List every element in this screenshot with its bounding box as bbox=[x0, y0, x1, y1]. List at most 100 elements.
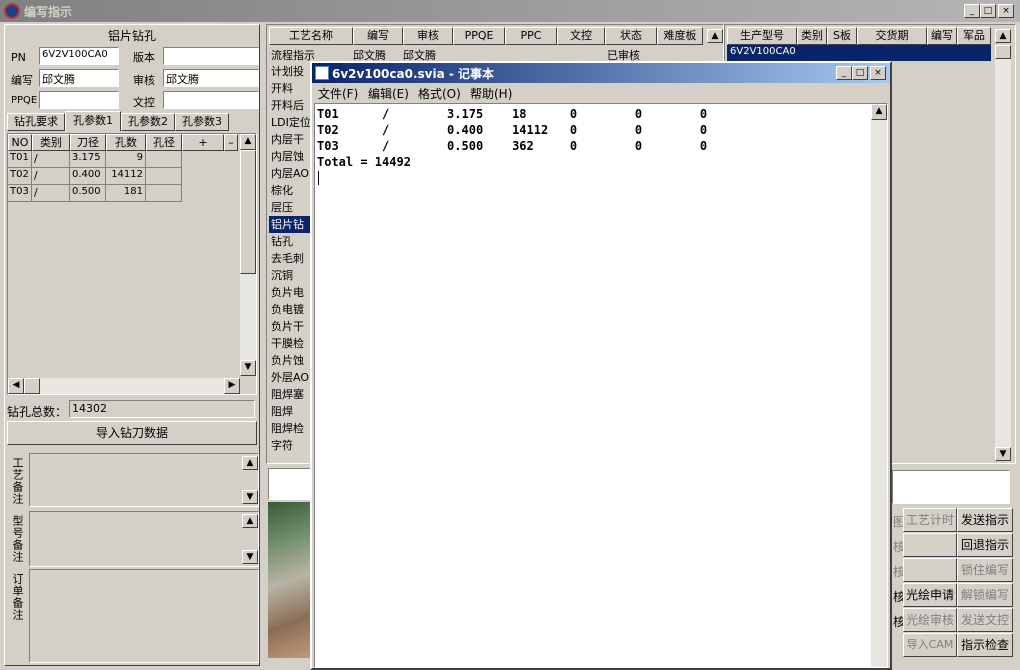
list-item[interactable]: 阻焊 bbox=[269, 403, 311, 420]
scroll-right-arrow-icon[interactable]: ▶ bbox=[224, 378, 240, 394]
minimize-button[interactable]: _ bbox=[964, 4, 980, 18]
list-item[interactable]: 沉铜 bbox=[269, 267, 311, 284]
scroll-up-arrow-icon[interactable]: ▲ bbox=[995, 29, 1011, 43]
list-item[interactable]: 开料后 bbox=[269, 97, 311, 114]
import-cam-button[interactable]: 导入CAM bbox=[903, 633, 957, 657]
scroll-down-arrow-icon[interactable]: ▼ bbox=[242, 550, 258, 564]
tab-hole-params-1[interactable]: 孔参数1 bbox=[65, 111, 121, 131]
return-instruction-button[interactable]: 回退指示 bbox=[957, 533, 1013, 557]
menu-help[interactable]: 帮助(H) bbox=[470, 85, 512, 102]
minimize-button[interactable]: _ bbox=[836, 66, 852, 80]
list-item[interactable]: 内层AO bbox=[269, 165, 311, 182]
text-line: T02 / 0.400 14112 0 0 0 bbox=[317, 123, 708, 137]
scroll-left-arrow-icon[interactable]: ◀ bbox=[8, 378, 24, 394]
send-doc-control-button[interactable]: 发送文控 bbox=[957, 608, 1013, 632]
list-item[interactable]: 计划投 bbox=[269, 63, 311, 80]
lock-writing-button[interactable]: 锁住编写 bbox=[957, 558, 1013, 582]
list-item[interactable]: 阻焊塞 bbox=[269, 386, 311, 403]
photoplot-request-button[interactable]: 光绘申请 bbox=[903, 583, 957, 607]
scroll-down-arrow-icon[interactable]: ▼ bbox=[995, 447, 1011, 461]
reviewer-label: 审核 bbox=[133, 74, 155, 87]
close-button[interactable]: × bbox=[870, 66, 886, 80]
pn-field[interactable]: 6V2V100CA0 bbox=[39, 47, 119, 65]
ppqe-label: PPQE bbox=[11, 95, 38, 106]
scroll-up-arrow-icon[interactable]: ▲ bbox=[240, 134, 256, 150]
list-item[interactable]: 钻孔 bbox=[269, 233, 311, 250]
middle-input-field[interactable] bbox=[268, 468, 316, 500]
hole-params-grid[interactable]: NO 类别 刀径 孔数 孔径 + – T01 / 3.175 9 T02 / 0… bbox=[7, 133, 257, 395]
list-item[interactable]: 负片干 bbox=[269, 318, 311, 335]
right-input-field[interactable] bbox=[892, 470, 1010, 504]
header-doc-control: 文控 bbox=[557, 27, 605, 45]
writer-field[interactable]: 邱文腾 bbox=[39, 69, 119, 87]
grid-remove-button[interactable]: – bbox=[224, 134, 238, 151]
notepad-vertical-scrollbar[interactable]: ▲ bbox=[871, 104, 887, 667]
reviewer-field[interactable]: 邱文腾 bbox=[163, 69, 259, 87]
scroll-up-arrow-icon[interactable]: ▲ bbox=[242, 514, 258, 528]
maximize-button[interactable]: □ bbox=[852, 66, 868, 80]
list-item[interactable]: 负片蚀 bbox=[269, 352, 311, 369]
notepad-text-area[interactable]: T01 / 3.175 18 0 0 0 T02 / 0.400 14112 0… bbox=[314, 103, 888, 668]
header-category: 类别 bbox=[797, 27, 827, 45]
list-item[interactable]: 外层AO bbox=[269, 369, 311, 386]
instruction-check-button[interactable]: 指示检查 bbox=[957, 633, 1013, 657]
main-window-title: 编写指示 bbox=[24, 5, 73, 19]
list-item[interactable]: 层压 bbox=[269, 199, 311, 216]
ppqe-field[interactable] bbox=[39, 91, 119, 109]
blank-button[interactable] bbox=[903, 533, 957, 557]
tab-hole-params-2[interactable]: 孔参数2 bbox=[121, 113, 175, 131]
photoplot-review-button[interactable]: 光绘审核 bbox=[903, 608, 957, 632]
order-note-field[interactable] bbox=[29, 569, 259, 663]
grid-horizontal-scrollbar[interactable]: ◀ ▶ bbox=[8, 378, 240, 394]
doc-control-field[interactable] bbox=[163, 91, 259, 109]
grid-add-button[interactable]: + bbox=[182, 134, 224, 151]
drill-total-field[interactable]: 14302 bbox=[69, 400, 255, 418]
section-title: 铝片钻孔 bbox=[107, 29, 156, 43]
list-item[interactable]: 内层干 bbox=[269, 131, 311, 148]
right-vertical-scrollbar[interactable] bbox=[995, 45, 1011, 449]
list-item[interactable]: 开料 bbox=[269, 80, 311, 97]
list-item[interactable]: 负片电 bbox=[269, 284, 311, 301]
process-note-field[interactable]: ▲ ▼ bbox=[29, 453, 259, 507]
unlock-writing-button[interactable]: 解锁编写 bbox=[957, 583, 1013, 607]
blank-button[interactable] bbox=[903, 558, 957, 582]
scroll-down-arrow-icon[interactable]: ▼ bbox=[242, 490, 258, 504]
header-ppqe: PPQE bbox=[453, 27, 505, 45]
grid-vertical-scrollbar[interactable]: ▲ ▼ bbox=[240, 134, 256, 376]
list-item[interactable]: 负电镀 bbox=[269, 301, 311, 318]
list-item[interactable]: LDI定位 bbox=[269, 114, 311, 131]
menu-edit[interactable]: 编辑(E) bbox=[368, 85, 409, 102]
process-timing-button[interactable]: 工艺计时 bbox=[903, 508, 957, 532]
pn-label: PN bbox=[11, 51, 26, 64]
scroll-up-arrow-icon[interactable]: ▲ bbox=[707, 29, 723, 43]
tab-hole-params-3[interactable]: 孔参数3 bbox=[175, 113, 229, 131]
version-label: 版本 bbox=[133, 51, 155, 64]
menu-format[interactable]: 格式(O) bbox=[418, 85, 461, 102]
maximize-button[interactable]: □ bbox=[980, 4, 996, 18]
scroll-thumb[interactable] bbox=[995, 45, 1011, 59]
tab-drill-requirements[interactable]: 钻孔要求 bbox=[7, 113, 65, 131]
table-row[interactable]: 6V2V100CA0 bbox=[727, 45, 991, 61]
grid-header-hole-dia: 孔径 bbox=[146, 134, 182, 151]
list-item[interactable]: 棕化 bbox=[269, 182, 311, 199]
list-item[interactable]: 阻焊检 bbox=[269, 420, 311, 437]
h-scroll-thumb[interactable] bbox=[24, 378, 40, 394]
menu-file[interactable]: 文件(F) bbox=[318, 85, 358, 102]
scroll-up-arrow-icon[interactable]: ▲ bbox=[242, 456, 258, 470]
text-line: Total = 14492 bbox=[317, 155, 411, 169]
send-instruction-button[interactable]: 发送指示 bbox=[957, 508, 1013, 532]
scroll-thumb[interactable] bbox=[240, 150, 256, 274]
scroll-up-arrow-icon[interactable]: ▲ bbox=[871, 104, 887, 120]
list-item[interactable]: 干膜检 bbox=[269, 335, 311, 352]
header-s-board: S板 bbox=[827, 27, 857, 45]
close-button[interactable]: × bbox=[998, 4, 1014, 18]
version-field[interactable] bbox=[163, 47, 259, 65]
import-drill-data-button[interactable]: 导入钻刀数据 bbox=[7, 421, 257, 445]
list-item[interactable]: 内层蚀 bbox=[269, 148, 311, 165]
list-item[interactable]: 字符 bbox=[269, 437, 311, 454]
scroll-down-arrow-icon[interactable]: ▼ bbox=[240, 360, 256, 376]
model-note-field[interactable]: ▲ ▼ bbox=[29, 511, 259, 567]
process-list[interactable]: 计划投 开料 开料后 LDI定位 内层干 内层蚀 内层AO 棕化 层压 铝片钻 … bbox=[269, 63, 311, 454]
list-item[interactable]: 去毛刺 bbox=[269, 250, 311, 267]
list-item-selected[interactable]: 铝片钻 bbox=[269, 216, 311, 233]
